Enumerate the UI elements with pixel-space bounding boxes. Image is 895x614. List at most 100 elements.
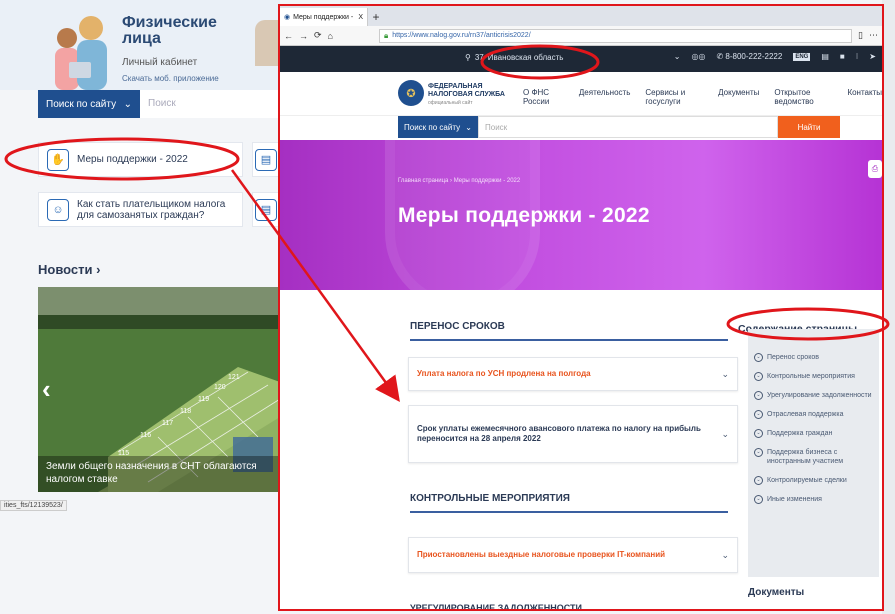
document-icon: ▤ (255, 198, 277, 221)
toc-item[interactable]: ⌄ Контролируемые сделки (754, 476, 873, 485)
lang-switch[interactable]: ENG (793, 52, 811, 61)
bg-news-caption[interactable]: Земли общего назначения в СНТ облагаются… (38, 456, 280, 492)
nav-about[interactable]: О ФНС России (523, 88, 564, 106)
bg-hero-title-text: Физические лица (122, 14, 217, 47)
find-button[interactable]: Найти (778, 116, 840, 138)
section-heading-debt: УРЕГУЛИРОВАНИЕ ЗАДОЛЖЕННОСТИ (410, 603, 583, 611)
chevron-left-icon[interactable]: ‹ (42, 374, 51, 405)
tab-active[interactable]: ◉ Меры поддержки - 2022 | ФНС X (280, 8, 368, 26)
chevron-down-icon: ⌄ (123, 98, 132, 110)
chevron-down-icon: ⌄ (721, 428, 729, 439)
chevron-down-icon: ⌄ (721, 368, 729, 379)
toc-item[interactable]: ⌄ Перенос сроков (754, 353, 873, 362)
toc-item[interactable]: ⌄ Поддержка граждан (754, 429, 873, 438)
favicon-icon: ◉ (284, 14, 291, 21)
fns-emblem-icon[interactable]: ✪ (398, 80, 424, 106)
bg-search-scope-label: Поиск по сайту (46, 98, 117, 110)
bg-card-peek-2[interactable]: ▤ (252, 192, 280, 227)
search-scope-label: Поиск по сайту (404, 122, 461, 132)
breadcrumb[interactable]: Главная страница › Меры поддержки - 2022 (398, 178, 520, 184)
document-icon: ▤ (255, 148, 277, 171)
bg-card-selfemployed[interactable]: ☺ Как стать плательщиком налога для само… (38, 192, 243, 227)
people-icon: ☺ (47, 198, 69, 221)
section-underline (410, 511, 728, 513)
ok-icon[interactable]: ⁝ (856, 52, 859, 61)
logo-title: ФЕДЕРАЛЬНАЯ НАЛОГОВАЯ СЛУЖБА (428, 83, 505, 98)
browser-window: ◉ Меры поддержки - 2022 | ФНС X + ← → ⟳ … (278, 4, 884, 611)
location-pin-icon: ⚲ (465, 53, 471, 62)
toc-item[interactable]: ⌄ Иные изменения (754, 495, 873, 504)
bg-card-support-2022[interactable]: ✋ Меры поддержки - 2022 (38, 142, 243, 177)
nav-activity[interactable]: Деятельность (579, 88, 631, 106)
nav-services[interactable]: Сервисы и госуслуги (645, 88, 703, 106)
phone-number[interactable]: ✆ 8-800-222-2222 (716, 52, 782, 61)
search-input[interactable]: Поиск (478, 116, 778, 138)
chevron-down-icon: ⌄ (754, 476, 763, 485)
region-name: Ивановская область (487, 53, 564, 62)
print-icon[interactable]: ⎙ (868, 160, 882, 178)
bg-search-scope-button[interactable]: Поиск по сайту ⌄ (38, 90, 140, 118)
site-search-row: Поиск по сайту ⌄ Поиск Найти (280, 116, 882, 140)
topbar-tools: ⌄ ◎◎ ✆ 8-800-222-2222 ENG ▤ ■ ⁝ ➤ (674, 52, 876, 61)
nav-documents[interactable]: Документы (718, 88, 759, 106)
accordion-it-audits-label: Приостановлены выездные налоговые провер… (417, 550, 666, 559)
toc-item-label: Контрольные мероприятия (767, 373, 855, 380)
site-header: ✪ ФЕДЕРАЛЬНАЯ НАЛОГОВАЯ СЛУЖБА официальн… (280, 72, 882, 116)
hand-coin-icon: ✋ (47, 148, 69, 171)
chevron-down-icon: ⌄ (754, 410, 763, 419)
toc-item[interactable]: ⌄ Поддержка бизнеса с иностранным участие… (754, 448, 873, 466)
accordion-it-audits[interactable]: Приостановлены выездные налоговые провер… (408, 537, 738, 573)
search-scope-button[interactable]: Поиск по сайту ⌄ (398, 116, 478, 138)
chevron-down-icon: ⌄ (721, 549, 729, 560)
plot-number-label: 118 (180, 408, 191, 415)
new-tab-button[interactable]: + (368, 8, 384, 26)
family-illustration-icon (55, 16, 107, 90)
chevron-down-icon: ⌄ (754, 391, 763, 400)
accordion-profit-tax[interactable]: Срок уплаты ежемесячного авансового плат… (408, 405, 738, 463)
section-heading-control: КОНТРОЛЬНЫЕ МЕРОПРИЯТИЯ (410, 493, 570, 504)
plot-number-label: 120 (214, 384, 226, 391)
glasses-icon[interactable]: ◎◎ (691, 52, 705, 61)
logo-text[interactable]: ФЕДЕРАЛЬНАЯ НАЛОГОВАЯ СЛУЖБА официальный… (428, 83, 505, 107)
chevron-down-icon: ⌄ (754, 448, 763, 457)
bg-card-selfemployed-label: Как стать плательщиком налога для самоза… (77, 198, 226, 221)
bg-cabinet-link[interactable]: Личный кабинет (122, 57, 197, 68)
reload-icon[interactable]: ⟳ (314, 30, 322, 41)
feedback-icon[interactable]: ▤ (821, 52, 829, 61)
region-selector[interactable]: ⚲ 37 Ивановская область (465, 53, 563, 62)
section-heading-deadlines: ПЕРЕНОС СРОКОВ (410, 321, 505, 332)
vk-icon[interactable]: ■ (840, 52, 845, 61)
bg-card-peek-1[interactable]: ▤ (252, 142, 280, 177)
accordion-usn[interactable]: Уплата налога по УСН продлена на полгода… (408, 357, 738, 391)
reader-icon[interactable]: ▯ (858, 30, 863, 41)
toc-item[interactable]: ⌄ Отраслевая поддержка (754, 410, 873, 419)
bg-hero-title: Физические лица (122, 15, 217, 47)
url-input[interactable]: 🔒︎ https://www.nalog.gov.ru/rn37/anticri… (378, 28, 853, 43)
forward-icon[interactable]: → (299, 31, 308, 41)
bg-search-input[interactable]: Поиск (140, 90, 184, 118)
toc-item[interactable]: ⌄ Контрольные мероприятия (754, 372, 873, 381)
plot-number-label: 121 (228, 374, 240, 381)
chevron-down-icon[interactable]: ⌄ (674, 52, 681, 61)
site-topbar: ⚲ 37 Ивановская область ⌄ ◎◎ ✆ 8-800-222… (280, 46, 882, 72)
toc-item-label: Контролируемые сделки (767, 477, 847, 484)
home-icon[interactable]: ⌂ (328, 31, 333, 41)
nav-open-agency[interactable]: Открытое ведомство (774, 88, 832, 106)
page-title: Меры поддержки - 2022 (398, 204, 650, 227)
chevron-down-icon: ⌄ (754, 372, 763, 381)
bg-app-link[interactable]: Скачать моб. приложение (122, 74, 219, 83)
more-icon[interactable]: ⋯ (869, 30, 878, 41)
back-icon[interactable]: ← (284, 31, 293, 41)
toc-item[interactable]: ⌄ Урегулирование задолженности (754, 391, 873, 400)
bg-news-heading[interactable]: Новости › (38, 262, 100, 277)
toc-item-label: Поддержка граждан (767, 430, 833, 437)
address-bar-row: ← → ⟳ ⌂ 🔒︎ https://www.nalog.gov.ru/rn37… (280, 26, 882, 46)
bg-search-bar: Поиск по сайту ⌄ Поиск (38, 90, 280, 118)
url-text: https://www.nalog.gov.ru/rn37/anticrisis… (392, 32, 531, 39)
close-icon[interactable]: X (358, 14, 363, 21)
telegram-icon[interactable]: ➤ (869, 52, 876, 61)
phone-text: 8-800-222-2222 (725, 52, 783, 61)
toc-item-label: Урегулирование задолженности (767, 392, 872, 399)
nav-contacts[interactable]: Контакты (847, 88, 882, 106)
chevron-down-icon: ⌄ (754, 495, 763, 504)
